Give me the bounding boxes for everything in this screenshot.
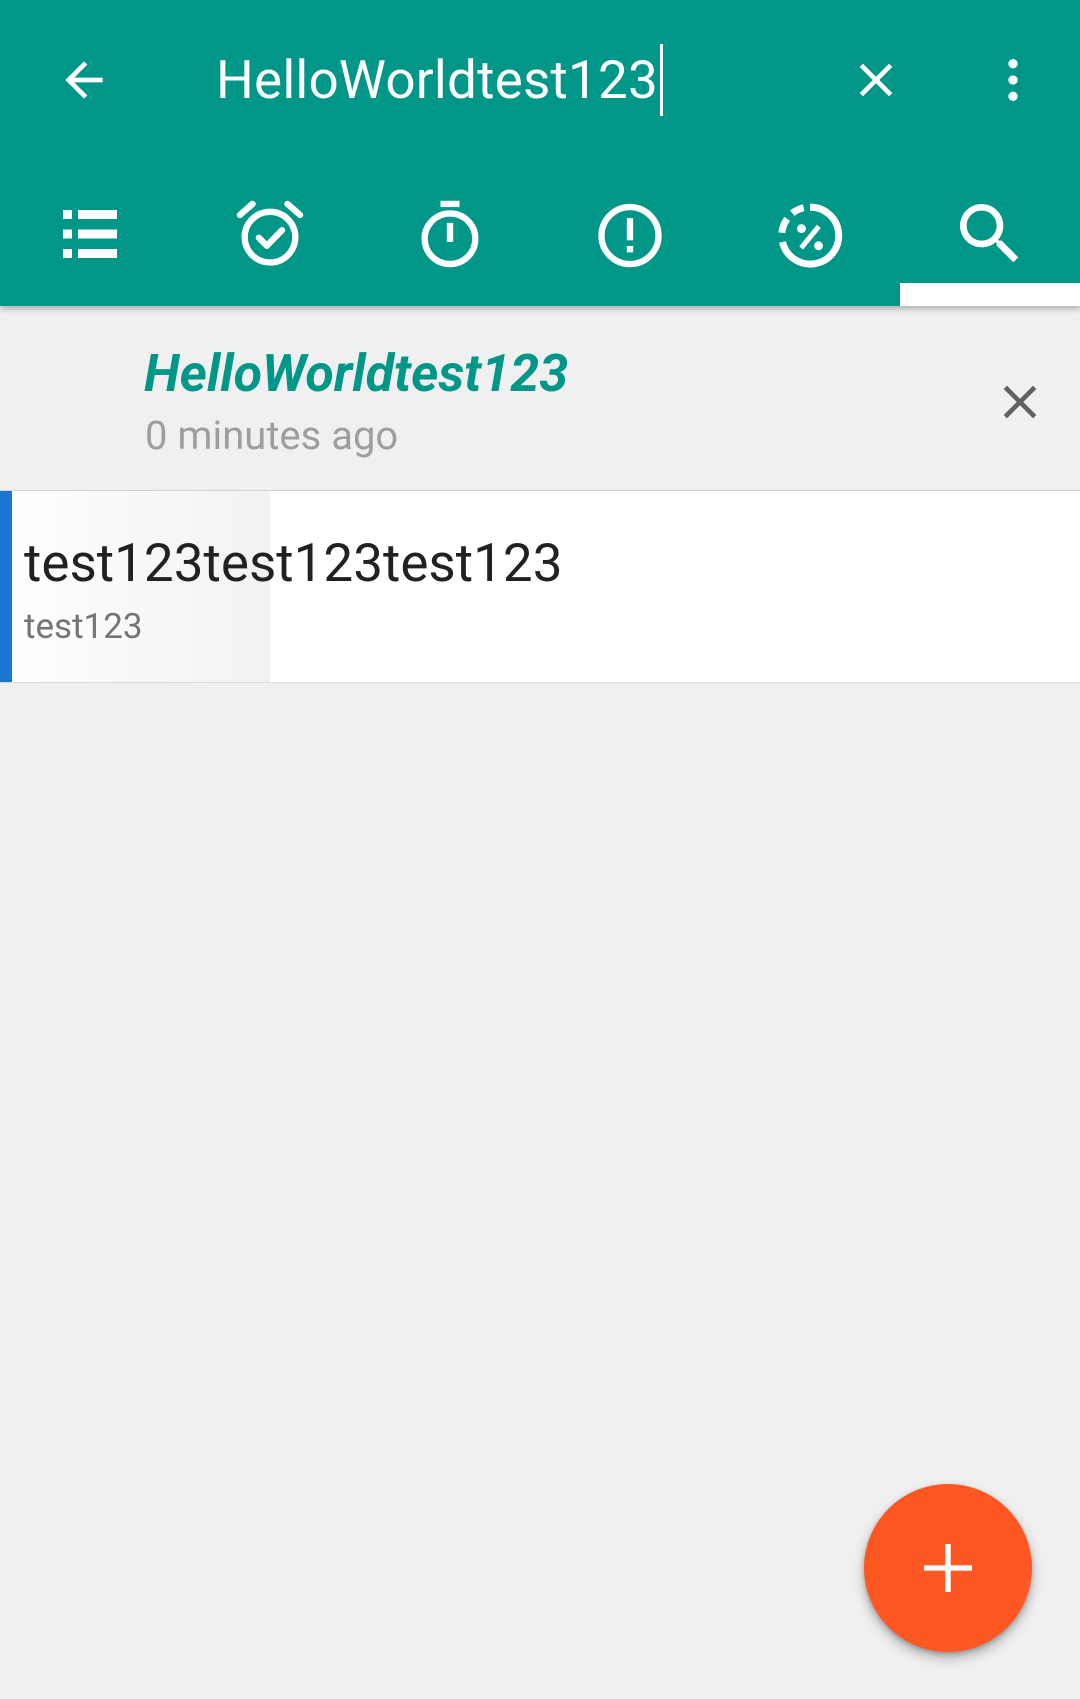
search-input[interactable]: HelloWorldtest123 [216,44,776,116]
task-title: test123test123test123 [24,532,563,594]
clear-search-button[interactable] [836,40,916,120]
task-list-item[interactable]: test123test123test123 test123 [0,491,1080,683]
back-button[interactable] [44,40,124,120]
alarm-check-icon [236,200,304,266]
group-title: HelloWorldtest123 [144,343,569,404]
task-note: test123 [24,606,143,647]
text-cursor [660,44,663,116]
search-query-text: HelloWorldtest123 [216,49,658,111]
timer-icon [421,200,479,268]
tab-progress[interactable] [720,160,900,306]
add-task-button[interactable] [864,1484,1032,1652]
more-vert-icon [1008,59,1018,101]
tab-reminders[interactable] [180,160,360,306]
list-icon [63,210,117,258]
tab-bar [0,160,1080,306]
task-priority-bar [0,491,12,682]
search-icon [960,204,1019,263]
tab-all-tasks[interactable] [0,160,180,306]
alert-circle-icon [598,203,662,268]
remove-group-button[interactable] [980,362,1060,442]
overflow-menu-button[interactable] [973,40,1053,120]
progress-percent-icon [778,203,843,268]
toolbar: HelloWorldtest123 [0,0,1080,160]
plus-icon [924,1544,972,1592]
tab-important[interactable] [540,160,720,306]
tab-timer[interactable] [360,160,540,306]
group-timestamp: 0 minutes ago [145,412,399,459]
search-group-header: HelloWorldtest123 0 minutes ago [0,306,1080,491]
app-bar: HelloWorldtest123 [0,0,1080,306]
close-icon [1003,385,1037,419]
tab-search[interactable] [900,160,1080,306]
tab-selected-indicator [900,283,1080,306]
arrow-back-icon [65,61,103,99]
close-icon [859,63,893,97]
